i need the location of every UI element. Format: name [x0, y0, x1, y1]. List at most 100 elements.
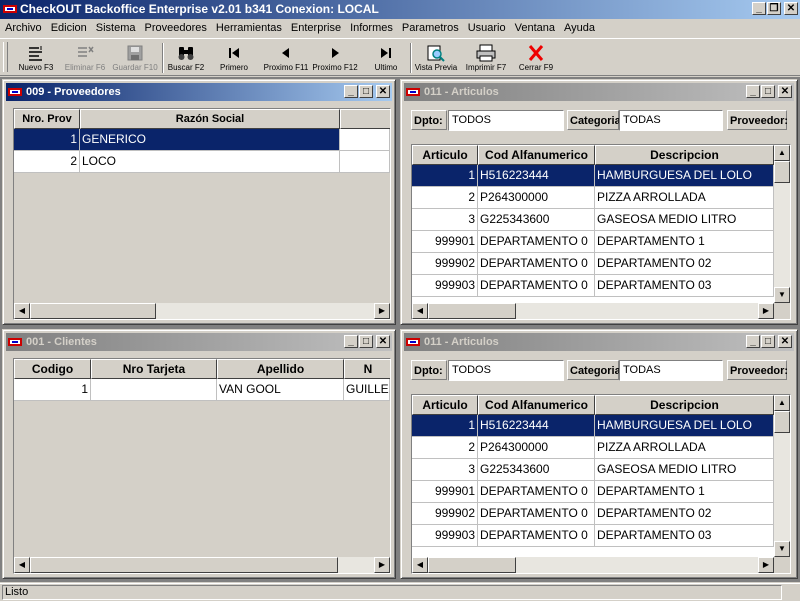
clientes-title-bar[interactable]: 001 - Clientes _ □ ✕ [6, 333, 392, 351]
table-cell[interactable]: GASEOSA MEDIO LITRO [595, 209, 774, 231]
table-cell[interactable]: HAMBURGUESA DEL LOLO [595, 165, 774, 187]
menu-parametros[interactable]: Parametros [397, 19, 463, 37]
vertical-scrollbar[interactable]: ▲ ▼ [774, 395, 790, 557]
articulos-grid[interactable]: Articulo Cod Alfanumerico Descripcion 1 … [411, 144, 791, 320]
scroll-left-icon[interactable]: ◀ [412, 557, 428, 573]
toolbar-grip[interactable] [3, 42, 8, 72]
col-header-cod-alfanumerico[interactable]: Cod Alfanumerico [478, 395, 595, 415]
menu-herramientas[interactable]: Herramientas [211, 19, 286, 37]
col-header-empty[interactable] [340, 109, 390, 129]
table-cell[interactable]: DEPARTAMENTO 0 [478, 275, 595, 297]
vista-previa-button[interactable]: Vista Previa [412, 41, 460, 75]
nuevo-button[interactable]: Nuevo F3 [12, 41, 60, 75]
proveedores-window[interactable]: 009 - Proveedores _ □ ✕ Nro. Prov Razón … [2, 79, 396, 325]
scroll-thumb[interactable] [774, 411, 790, 433]
close-icon[interactable]: ✕ [376, 85, 390, 98]
table-cell[interactable]: 2 [412, 437, 478, 459]
table-cell[interactable]: 999901 [412, 231, 478, 253]
col-header-razon-social[interactable]: Razón Social [80, 109, 340, 129]
menu-enterprise[interactable]: Enterprise [286, 19, 345, 37]
table-cell[interactable] [340, 129, 390, 151]
close-icon[interactable]: ✕ [784, 2, 798, 15]
clientes-grid[interactable]: Codigo Nro Tarjeta Apellido N 1 VAN GOOL… [13, 358, 391, 574]
scroll-left-icon[interactable]: ◀ [14, 557, 30, 573]
proveedores-title-bar[interactable]: 009 - Proveedores _ □ ✕ [6, 83, 392, 101]
table-cell[interactable]: G225343600 [478, 209, 595, 231]
horizontal-scrollbar[interactable]: ◀ ▶ [14, 557, 390, 573]
horizontal-scrollbar[interactable]: ◀ ▶ [14, 303, 390, 319]
table-cell[interactable] [340, 151, 390, 173]
cerrar-button[interactable]: Cerrar F9 [512, 41, 560, 75]
close-icon[interactable]: ✕ [376, 335, 390, 348]
minimize-icon[interactable]: _ [752, 2, 766, 15]
restore-icon[interactable]: ❐ [767, 2, 781, 15]
scroll-right-icon[interactable]: ▶ [374, 557, 390, 573]
clientes-window[interactable]: 001 - Clientes _ □ ✕ Codigo Nro Tarjeta … [2, 329, 396, 579]
table-cell[interactable]: DEPARTAMENTO 03 [595, 525, 774, 547]
categoria-input[interactable]: TODAS [619, 110, 723, 131]
minimize-icon[interactable]: _ [746, 85, 760, 98]
eliminar-button[interactable]: Eliminar F6 [62, 41, 108, 75]
maximize-icon[interactable]: □ [359, 85, 373, 98]
menu-ayuda[interactable]: Ayuda [559, 19, 599, 37]
col-header-nro-prov[interactable]: Nro. Prov [14, 109, 80, 129]
table-cell[interactable]: H516223444 [478, 415, 595, 437]
table-cell[interactable]: PIZZA ARROLLADA [595, 187, 774, 209]
guardar-button[interactable]: Guardar F10 [110, 41, 160, 75]
maximize-icon[interactable]: □ [761, 335, 775, 348]
table-cell[interactable]: GUILLE [344, 379, 390, 401]
horizontal-scrollbar[interactable]: ◀ ▶ [412, 557, 774, 573]
col-header-nombre[interactable]: N [344, 359, 390, 379]
horizontal-scrollbar[interactable]: ◀ ▶ [412, 303, 774, 319]
table-cell[interactable]: PIZZA ARROLLADA [595, 437, 774, 459]
table-cell[interactable]: DEPARTAMENTO 0 [478, 253, 595, 275]
table-cell[interactable]: 1 [412, 165, 478, 187]
menu-sistema[interactable]: Sistema [91, 19, 140, 37]
table-cell[interactable]: 2 [412, 187, 478, 209]
table-cell[interactable]: 3 [412, 209, 478, 231]
menu-usuario[interactable]: Usuario [463, 19, 510, 37]
app-title-bar[interactable]: CheckOUT Backoffice Enterprise v2.01 b34… [0, 0, 800, 19]
scroll-left-icon[interactable]: ◀ [412, 303, 428, 319]
scroll-left-icon[interactable]: ◀ [14, 303, 30, 319]
scroll-right-icon[interactable]: ▶ [374, 303, 390, 319]
scroll-right-icon[interactable]: ▶ [758, 303, 774, 319]
imprimir-button[interactable]: Imprimir F7 [462, 41, 510, 75]
col-header-codigo[interactable]: Codigo [14, 359, 91, 379]
menu-edicion[interactable]: Edicion [46, 19, 91, 37]
articulos-title-bar[interactable]: 011 - Articulos _ □ ✕ [404, 333, 794, 351]
table-cell[interactable]: 3 [412, 459, 478, 481]
table-cell[interactable]: DEPARTAMENTO 0 [478, 481, 595, 503]
categoria-input[interactable]: TODAS [619, 360, 723, 381]
table-cell[interactable] [91, 379, 217, 401]
table-cell[interactable]: P264300000 [478, 437, 595, 459]
articulos-window-bottom[interactable]: 011 - Articulos _ □ ✕ Dpto: TODOS Catego… [400, 329, 798, 579]
table-cell[interactable]: 1 [14, 129, 80, 151]
primero-button[interactable]: Primero [212, 41, 256, 75]
close-icon[interactable]: ✕ [778, 335, 792, 348]
table-cell[interactable]: 999903 [412, 275, 478, 297]
col-header-apellido[interactable]: Apellido [217, 359, 344, 379]
menu-ventana[interactable]: Ventana [510, 19, 559, 37]
maximize-icon[interactable]: □ [761, 85, 775, 98]
table-cell[interactable]: DEPARTAMENTO 0 [478, 503, 595, 525]
scroll-thumb[interactable] [30, 303, 156, 319]
scroll-thumb[interactable] [30, 557, 338, 573]
scroll-thumb[interactable] [428, 303, 516, 319]
col-header-cod-alfanumerico[interactable]: Cod Alfanumerico [478, 145, 595, 165]
menu-informes[interactable]: Informes [345, 19, 397, 37]
table-cell[interactable]: DEPARTAMENTO 02 [595, 253, 774, 275]
table-cell[interactable]: LOCO [80, 151, 340, 173]
menu-proveedores[interactable]: Proveedores [140, 19, 211, 37]
table-cell[interactable]: G225343600 [478, 459, 595, 481]
col-header-descripcion[interactable]: Descripcion [595, 145, 774, 165]
table-cell[interactable]: GENERICO [80, 129, 340, 151]
scroll-up-icon[interactable]: ▲ [774, 145, 790, 161]
scroll-down-icon[interactable]: ▼ [774, 287, 790, 303]
table-cell[interactable]: HAMBURGUESA DEL LOLO [595, 415, 774, 437]
col-header-articulo[interactable]: Articulo [412, 145, 478, 165]
table-cell[interactable]: DEPARTAMENTO 1 [595, 481, 774, 503]
articulos-grid[interactable]: Articulo Cod Alfanumerico Descripcion 1 … [411, 394, 791, 574]
table-cell[interactable]: DEPARTAMENTO 0 [478, 231, 595, 253]
scroll-right-icon[interactable]: ▶ [758, 557, 774, 573]
